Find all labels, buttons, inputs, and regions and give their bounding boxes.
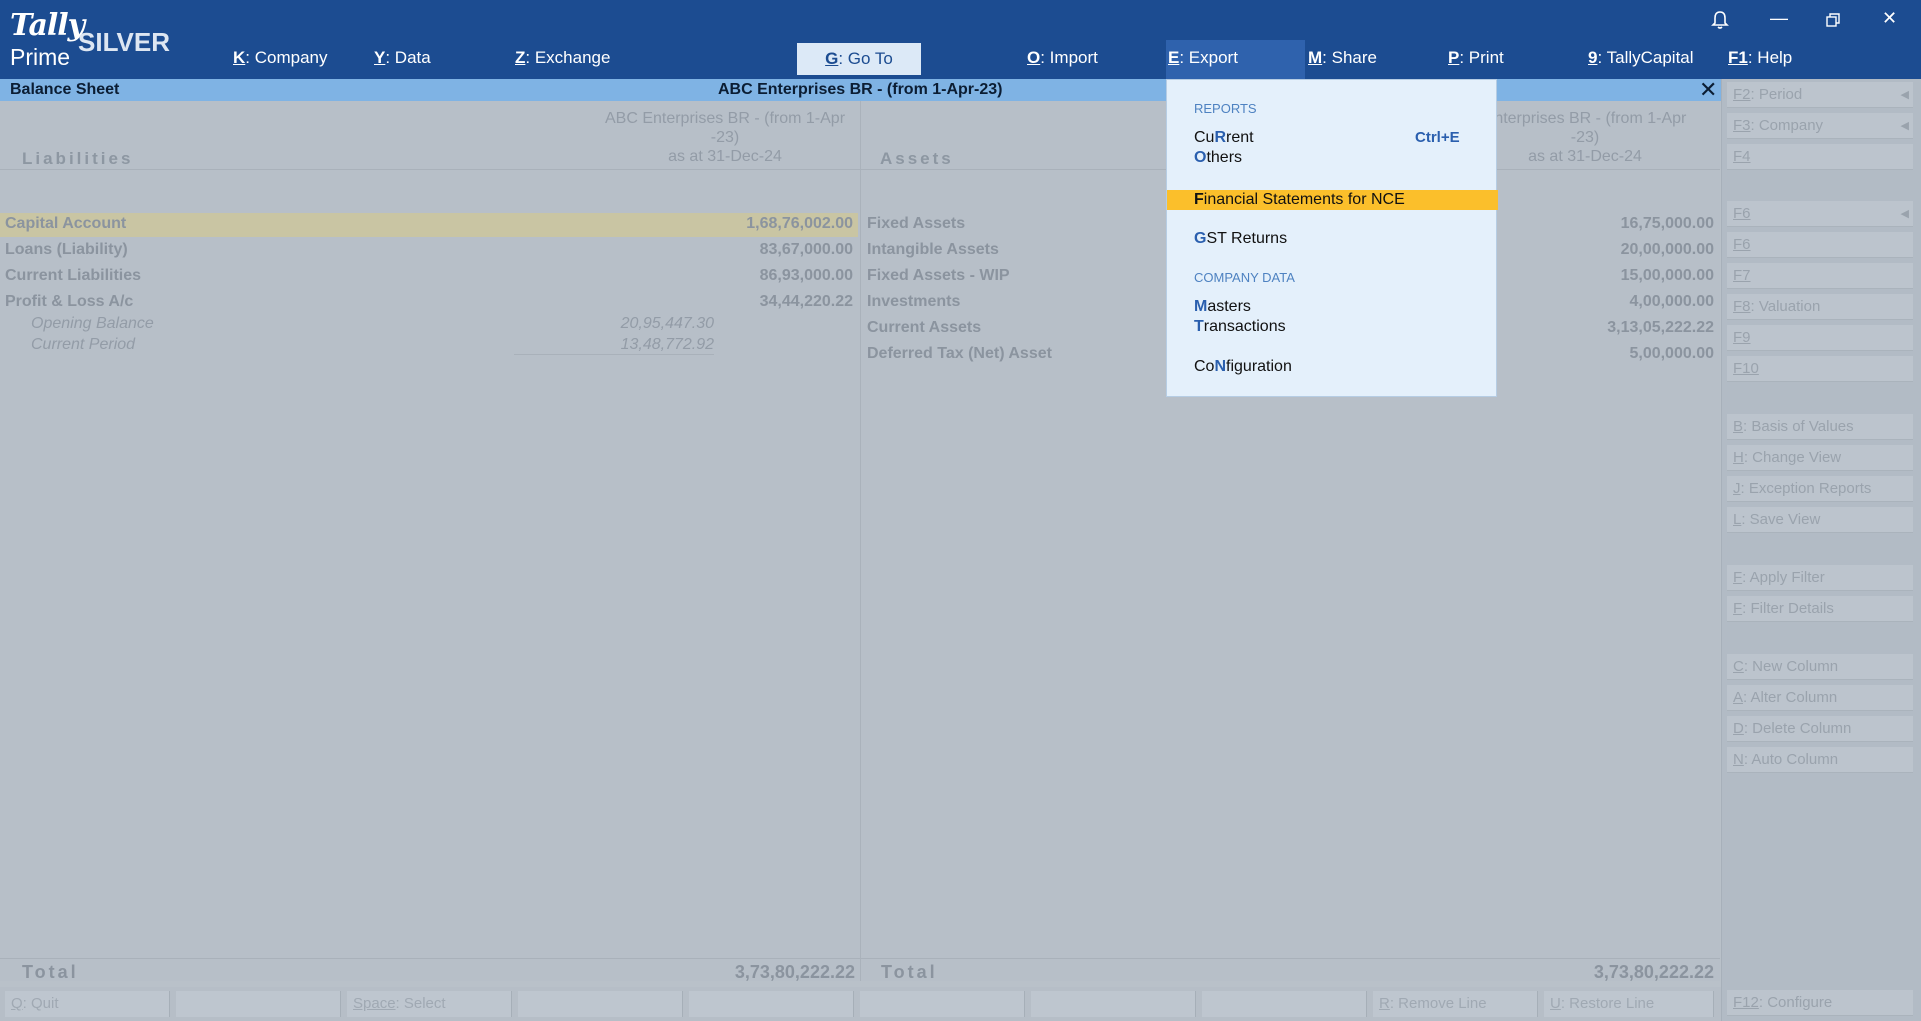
export-masters-item[interactable]: Masters xyxy=(1194,298,1251,316)
bottom-empty-button[interactable] xyxy=(1031,991,1196,1017)
valuation-button[interactable]: F8: Valuation xyxy=(1727,294,1913,320)
pl-subrow-amount: 13,48,772.92 xyxy=(514,336,714,355)
restore-line-button[interactable]: U: Restore Line xyxy=(1544,991,1714,1017)
remove-line-button[interactable]: R: Remove Line xyxy=(1373,991,1538,1017)
close-icon[interactable]: ✕ xyxy=(1882,8,1897,29)
bottom-empty-button[interactable] xyxy=(689,991,854,1017)
filter-details-button[interactable]: F: Filter Details xyxy=(1727,596,1913,622)
save-view-button[interactable]: L: Save View xyxy=(1727,507,1913,533)
menu-data[interactable]: Y: Data xyxy=(374,48,431,68)
exception-reports-button[interactable]: J: Exception Reports xyxy=(1727,476,1913,502)
total-liabilities: 3,73,80,222.22 xyxy=(734,962,855,982)
menu-import[interactable]: O: Import xyxy=(1027,48,1098,68)
total-label-right: Total xyxy=(881,962,938,982)
bell-icon[interactable] xyxy=(1711,10,1729,35)
liabilities-heading: Liabilities xyxy=(22,149,134,168)
export-dropdown: REPORTS CuRrent Ctrl+E Others Financial … xyxy=(1166,79,1498,397)
export-current-shortcut: Ctrl+E xyxy=(1415,129,1460,146)
menu-export[interactable]: E: Export xyxy=(1168,48,1238,68)
menu-company[interactable]: K: Company xyxy=(233,48,327,68)
top-bar: Tally Prime SILVER K: Company Y: Data Z:… xyxy=(0,0,1921,79)
apply-filter-button[interactable]: F: Apply Filter xyxy=(1727,565,1913,591)
f6-button-2[interactable]: F6 xyxy=(1727,232,1913,258)
total-label-left: Total xyxy=(22,962,79,982)
restore-icon[interactable] xyxy=(1826,11,1840,32)
f10-button[interactable]: F10 xyxy=(1727,356,1913,382)
f9-button[interactable]: F9 xyxy=(1727,325,1913,351)
delete-column-button[interactable]: D: Delete Column xyxy=(1727,716,1913,742)
pl-subrow-label: Current Period xyxy=(31,336,136,353)
period-button[interactable]: F2: Period ◀ xyxy=(1727,82,1913,108)
menu-exchange[interactable]: Z: Exchange xyxy=(515,48,610,68)
configure-button[interactable]: F12: Configure xyxy=(1727,990,1913,1016)
bottom-button-bar: Q: Quit Space: Select R: Remove Line U: … xyxy=(0,987,1721,1021)
export-others-item[interactable]: Others xyxy=(1194,149,1242,167)
bottom-empty-button[interactable] xyxy=(1202,991,1367,1017)
assets-heading: Assets xyxy=(880,149,954,168)
logo-prime: Prime xyxy=(10,44,71,70)
report-title: Balance Sheet xyxy=(10,81,120,98)
assets-company-head: Enterprises BR - (from 1-Apr -23) as at … xyxy=(1483,110,1687,165)
company-period: ABC Enterprises BR - (from 1-Apr-23) xyxy=(718,81,1003,98)
new-column-button[interactable]: C: New Column xyxy=(1727,654,1913,680)
bottom-empty-button[interactable] xyxy=(860,991,1025,1017)
liabilities-company-head: ABC Enterprises BR - (from 1-Apr -23) as… xyxy=(604,110,846,165)
company-data-section-label: COMPANY DATA xyxy=(1194,270,1295,285)
reports-section-label: REPORTS xyxy=(1194,101,1257,116)
alter-column-button[interactable]: A: Alter Column xyxy=(1727,685,1913,711)
menu-share[interactable]: M: Share xyxy=(1308,48,1377,68)
liability-row[interactable]: Loans (Liability) 83,67,000.00 xyxy=(0,239,858,263)
pl-subrow-amount: 20,95,447.30 xyxy=(620,315,714,332)
total-assets: 3,73,80,222.22 xyxy=(1593,962,1714,982)
menu-tallycapital[interactable]: 9: TallyCapital xyxy=(1588,48,1694,68)
export-transactions-item[interactable]: Transactions xyxy=(1194,318,1286,336)
report-close-icon[interactable]: ✕ xyxy=(1699,77,1717,103)
company-button[interactable]: F3: Company ◀ xyxy=(1727,113,1913,139)
export-financial-nce-item[interactable]: Financial Statements for NCE xyxy=(1194,191,1405,209)
menu-help[interactable]: F1: Help xyxy=(1728,48,1792,68)
f7-button[interactable]: F7 xyxy=(1727,263,1913,289)
basis-of-values-button[interactable]: B: Basis of Values xyxy=(1727,414,1913,440)
select-button[interactable]: Space: Select xyxy=(347,991,512,1017)
f4-button[interactable]: F4 xyxy=(1727,144,1913,170)
auto-column-button[interactable]: N: Auto Column xyxy=(1727,747,1913,773)
quit-button[interactable]: Q: Quit xyxy=(5,991,170,1017)
export-configuration-item[interactable]: CoNfiguration xyxy=(1194,358,1292,376)
liability-row[interactable]: Profit & Loss A/c 34,44,220.22 xyxy=(0,291,858,315)
menu-goto[interactable]: G: Go To xyxy=(797,43,921,75)
minimize-icon[interactable]: — xyxy=(1770,8,1788,29)
edition-label: SILVER xyxy=(78,27,170,57)
bottom-empty-button[interactable] xyxy=(176,991,341,1017)
right-button-panel: F2: Period ◀ F3: Company ◀ F4 F6 ◀ F6 F7 F8… xyxy=(1721,79,1921,1021)
liability-row[interactable]: Capital Account 1,68,76,002.00 xyxy=(0,213,858,237)
change-view-button[interactable]: H: Change View xyxy=(1727,445,1913,471)
total-divider xyxy=(0,958,1720,959)
bottom-empty-button[interactable] xyxy=(518,991,683,1017)
pl-subrow-label: Opening Balance xyxy=(31,315,154,332)
column-divider xyxy=(860,101,861,981)
export-gst-returns-item[interactable]: GST Returns xyxy=(1194,230,1287,248)
export-financial-nce-item-highlight[interactable]: Financial Statements for NCE xyxy=(1167,190,1498,210)
logo-tally: Tally xyxy=(10,8,85,43)
f6-button[interactable]: F6 ◀ xyxy=(1727,201,1913,227)
export-current-item[interactable]: CuRrent xyxy=(1194,129,1254,147)
menu-print[interactable]: P: Print xyxy=(1448,48,1504,68)
liability-row[interactable]: Current Liabilities 86,93,000.00 xyxy=(0,265,858,289)
